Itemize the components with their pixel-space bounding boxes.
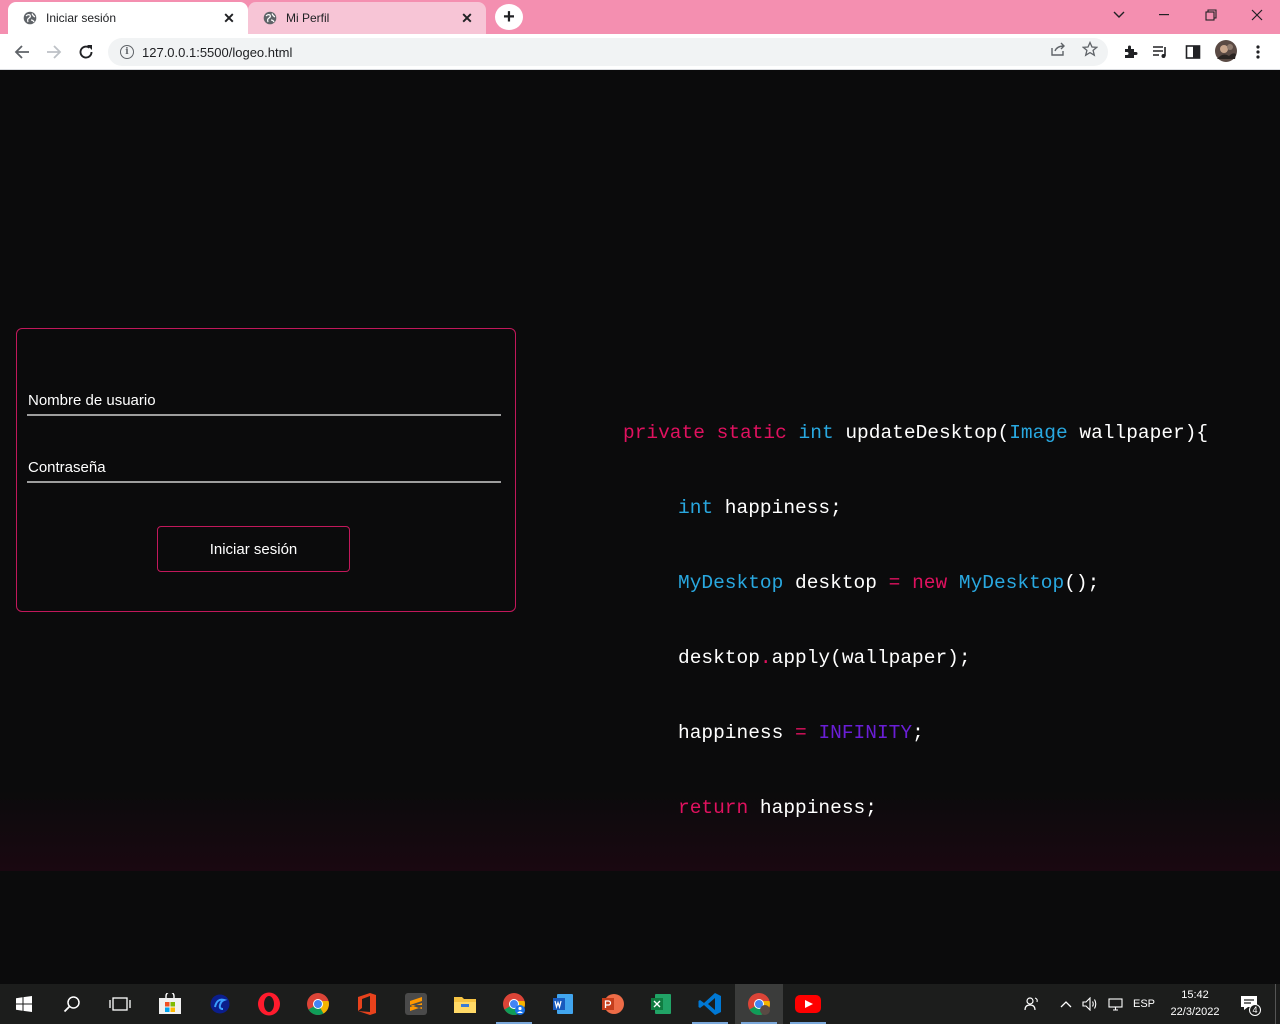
username-label: Nombre de usuario <box>28 392 156 409</box>
tab-title: Mi Perfil <box>286 11 330 25</box>
chrome-active-icon[interactable] <box>735 984 783 1024</box>
sublime-text-icon[interactable] <box>392 984 440 1024</box>
code-line-5: happiness = INFINITY; <box>623 721 1208 746</box>
side-panel-icon[interactable] <box>1183 42 1203 62</box>
code-type: int <box>678 497 714 519</box>
tab-iniciar-sesion[interactable]: Iniciar sesión ✕ <box>8 2 248 34</box>
code-operator: . <box>759 647 772 669</box>
close-tab-icon[interactable]: ✕ <box>220 9 238 27</box>
show-hidden-icons-icon[interactable] <box>1056 984 1076 1024</box>
address-bar[interactable]: i 127.0.0.1:5500/logeo.html <box>108 38 1108 66</box>
tab-title: Iniciar sesión <box>46 11 117 25</box>
media-control-icon[interactable] <box>1151 42 1171 62</box>
close-window-icon[interactable] <box>1234 0 1280 30</box>
code-operator: = <box>888 572 901 594</box>
file-explorer-icon[interactable] <box>441 984 489 1024</box>
page-lower-area <box>0 871 1280 984</box>
powerpoint-icon[interactable] <box>588 984 636 1024</box>
code-text: desktop <box>678 647 760 669</box>
code-text: apply(wallpaper); <box>771 647 971 669</box>
globe-icon <box>262 10 278 26</box>
task-view-icon[interactable] <box>96 984 144 1024</box>
password-field[interactable]: Contraseña <box>27 453 501 483</box>
excel-icon[interactable] <box>637 984 685 1024</box>
code-text: (); <box>1064 572 1100 594</box>
url-text: 127.0.0.1:5500/logeo.html <box>142 44 293 60</box>
code-line-2: int happiness; <box>623 496 1208 521</box>
code-type: int <box>798 422 834 444</box>
code-text: ; <box>912 722 924 744</box>
office-icon[interactable] <box>343 984 391 1024</box>
browser-tab-strip: Iniciar sesión ✕ Mi Perfil ✕ + <box>0 0 1280 34</box>
network-icon[interactable] <box>1105 984 1127 1024</box>
tab-search-icon[interactable] <box>1096 0 1142 30</box>
code-type: MyDesktop <box>958 572 1065 594</box>
youtube-icon[interactable] <box>784 984 832 1024</box>
chrome-icon[interactable] <box>294 984 342 1024</box>
code-text: wallpaper){ <box>1067 422 1209 444</box>
menu-kebab-icon[interactable] <box>1248 42 1268 62</box>
tab-mi-perfil[interactable]: Mi Perfil ✕ <box>248 2 486 34</box>
profile-avatar[interactable] <box>1215 40 1237 62</box>
code-line-3: MyDesktop desktop = new MyDesktop(); <box>623 571 1208 596</box>
bookmark-star-icon[interactable] <box>1081 40 1099 58</box>
vscode-icon[interactable] <box>686 984 734 1024</box>
chrome-profile-icon[interactable] <box>490 984 538 1024</box>
code-text: happiness; <box>748 797 877 819</box>
code-type: Image <box>1009 422 1068 444</box>
windows-taskbar: ESP 15:42 22/3/2022 4 <box>0 984 1280 1024</box>
code-text: happiness; <box>713 497 842 519</box>
code-line-1: private static int updateDesktop(Image w… <box>623 421 1208 446</box>
password-label: Contraseña <box>28 459 106 476</box>
word-icon[interactable] <box>539 984 587 1024</box>
show-desktop-button[interactable] <box>1275 984 1280 1024</box>
clock-date: 22/3/2022 <box>1170 1006 1220 1018</box>
microsoft-store-icon[interactable] <box>146 984 194 1024</box>
code-text: updateDesktop( <box>845 422 1010 444</box>
browser-toolbar: i 127.0.0.1:5500/logeo.html <box>0 34 1280 70</box>
globe-icon <box>22 10 38 26</box>
code-line-4: desktop.apply(wallpaper); <box>623 646 1208 671</box>
clock[interactable]: 15:42 22/3/2022 <box>1160 987 1230 1021</box>
share-icon[interactable] <box>1049 40 1067 58</box>
code-keyword: new <box>912 572 948 594</box>
page-viewport: Nombre de usuario Contraseña Iniciar ses… <box>0 71 1280 894</box>
code-operator: = <box>795 722 807 744</box>
edge-legacy-icon[interactable] <box>196 984 244 1024</box>
forward-icon[interactable] <box>40 38 68 66</box>
code-constant: INFINITY <box>818 722 913 744</box>
login-form: Nombre de usuario Contraseña Iniciar ses… <box>16 328 516 612</box>
language-indicator[interactable]: ESP <box>1131 984 1157 1024</box>
new-tab-button[interactable]: + <box>495 4 523 30</box>
extensions-icon[interactable] <box>1120 42 1140 62</box>
login-button[interactable]: Iniciar sesión <box>157 526 350 572</box>
search-icon[interactable] <box>48 984 96 1024</box>
code-type: MyDesktop <box>678 572 784 594</box>
username-field[interactable]: Nombre de usuario <box>27 386 501 416</box>
site-info-icon[interactable]: i <box>120 45 134 59</box>
reload-icon[interactable] <box>72 38 100 66</box>
code-text: desktop <box>783 572 889 594</box>
volume-icon[interactable] <box>1080 984 1100 1024</box>
notification-center-icon[interactable]: 4 <box>1236 984 1264 1024</box>
restore-icon[interactable] <box>1188 0 1234 30</box>
notification-count-badge: 4 <box>1249 1004 1261 1016</box>
windows-start-icon[interactable] <box>0 984 48 1024</box>
opera-icon[interactable] <box>245 984 293 1024</box>
close-tab-icon[interactable]: ✕ <box>458 9 476 27</box>
code-snippet: private static int updateDesktop(Image w… <box>623 371 1208 946</box>
code-keyword: static <box>716 422 787 444</box>
clock-time: 15:42 <box>1181 989 1209 1001</box>
minimize-icon[interactable] <box>1142 0 1188 30</box>
code-line-6: return happiness; <box>623 796 1208 821</box>
code-text: happiness <box>678 722 796 744</box>
people-icon[interactable] <box>1020 984 1044 1024</box>
code-keyword: private <box>623 422 705 444</box>
back-icon[interactable] <box>8 38 36 66</box>
code-keyword: return <box>678 797 749 819</box>
